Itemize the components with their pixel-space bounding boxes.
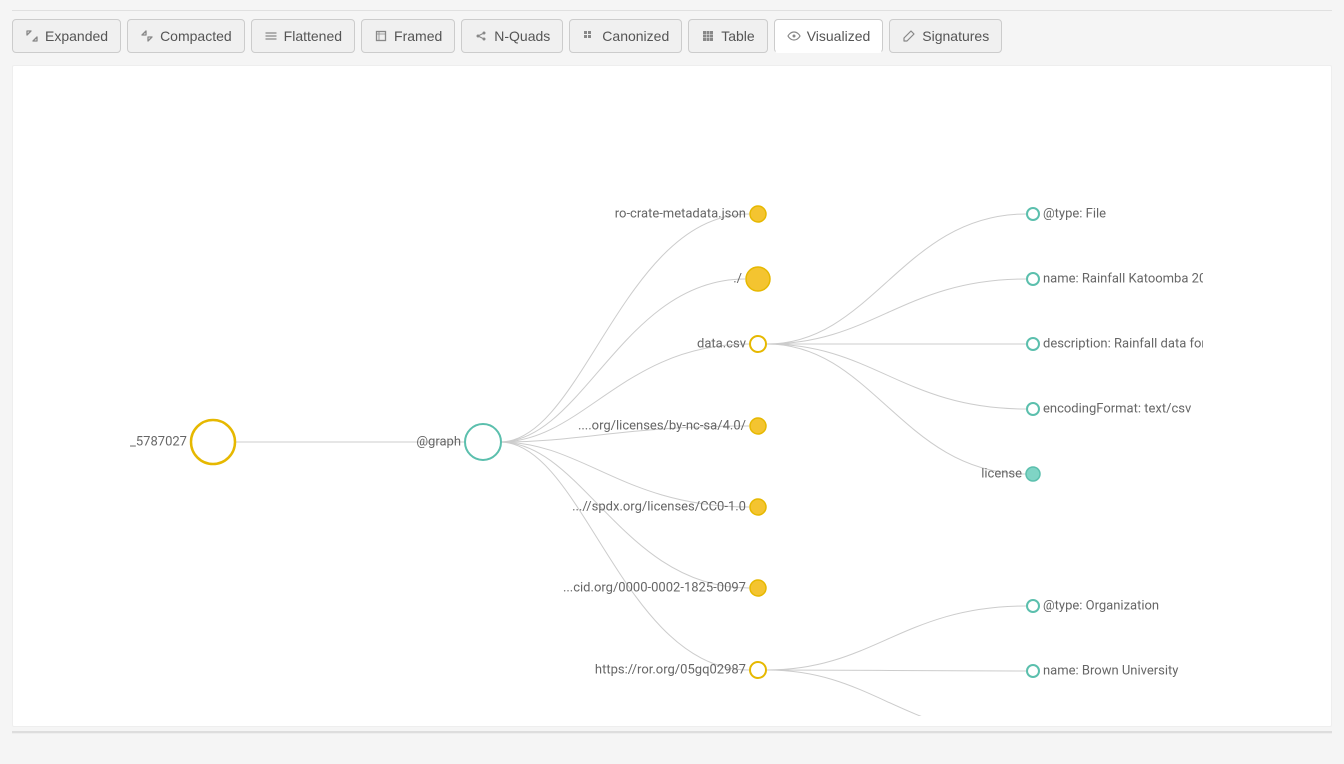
edge [767,214,1026,344]
node-ror[interactable] [750,662,766,678]
node-label: ./ [733,271,742,286]
leaf-name-rainfall[interactable] [1027,273,1039,285]
grid-icon [701,29,715,43]
leaf-encoding[interactable] [1027,403,1039,415]
node-root-label: _5787027 [130,434,187,449]
leaf-label: name: Rainfall Katoomba 2022-02 [1043,271,1203,286]
flatten-icon [264,29,278,43]
node-metadata-json[interactable] [750,206,766,222]
leaf-label: @type: Organization [1043,598,1159,613]
leaf-label: encodingFormat: text/csv [1043,401,1192,416]
leaf-label: license [981,466,1022,481]
edge [500,442,749,588]
visualization-panel: _5787027 @graph ro-crate-metadata.json .… [12,65,1332,727]
tab-label: Expanded [45,28,108,44]
tab-label: N-Quads [494,28,550,44]
tab-label: Compacted [160,28,232,44]
node-license-bync[interactable] [750,418,766,434]
edge [767,670,1026,671]
frame-icon [374,29,388,43]
tab-label: Table [721,28,754,44]
edge [500,214,749,442]
top-divider [12,10,1332,11]
leaf-label: name: Brown University [1043,663,1178,678]
node-label: https://ror.org/05gq02987 [595,662,746,677]
node-label: data.csv [697,336,747,351]
compact-icon [140,29,154,43]
tab-flattened[interactable]: Flattened [251,19,355,53]
leaf-description[interactable] [1027,338,1039,350]
tab-signatures[interactable]: Signatures [889,19,1002,53]
tab-label: Framed [394,28,442,44]
node-data-csv[interactable] [750,336,766,352]
node-license-cc0[interactable] [750,499,766,515]
share-icon [474,29,488,43]
node-orcid[interactable] [750,580,766,596]
node-graph[interactable] [465,424,501,460]
pencil-icon [902,29,916,43]
tab-expanded[interactable]: Expanded [12,19,121,53]
edge [767,279,1026,344]
tab-canonized[interactable]: Canonized [569,19,682,53]
eye-icon [787,29,801,43]
edge [767,344,1026,474]
leaf-name-brown[interactable] [1027,665,1039,677]
expand-icon [25,29,39,43]
leaf-label: description: Rainfall data for Katoomba,… [1043,336,1203,351]
graph-svg[interactable]: _5787027 @graph ro-crate-metadata.json .… [23,76,1203,716]
tab-label: Canonized [602,28,669,44]
leaf-label: @type: File [1043,206,1106,221]
tab-nquads[interactable]: N-Quads [461,19,563,53]
node-label: ro-crate-metadata.json [615,206,746,221]
bottom-divider [12,731,1332,734]
grid-sm-icon [582,29,596,43]
leaf-type-file[interactable] [1027,208,1039,220]
tab-visualized[interactable]: Visualized [774,19,884,53]
leaf-type-org[interactable] [1027,600,1039,612]
node-dot-slash[interactable] [746,267,770,291]
tab-compacted[interactable]: Compacted [127,19,245,53]
edge [767,606,1026,670]
node-label: ...cid.org/0000-0002-1825-0097 [563,580,746,595]
node-label: ....org/licenses/by-nc-sa/4.0/ [578,418,746,433]
node-graph-label: @graph [416,434,461,449]
node-label: ...//spdx.org/licenses/CC0-1.0 [572,499,746,514]
tab-label: Visualized [807,28,871,44]
edge [767,670,1026,716]
node-root[interactable] [191,420,235,464]
edge [767,344,1026,409]
tab-table[interactable]: Table [688,19,767,53]
leaf-license[interactable] [1026,467,1040,481]
edge [500,442,749,670]
tabs-bar: Expanded Compacted Flattened Framed N-Qu… [12,19,1332,53]
tab-label: Flattened [284,28,342,44]
tab-framed[interactable]: Framed [361,19,455,53]
tab-label: Signatures [922,28,989,44]
